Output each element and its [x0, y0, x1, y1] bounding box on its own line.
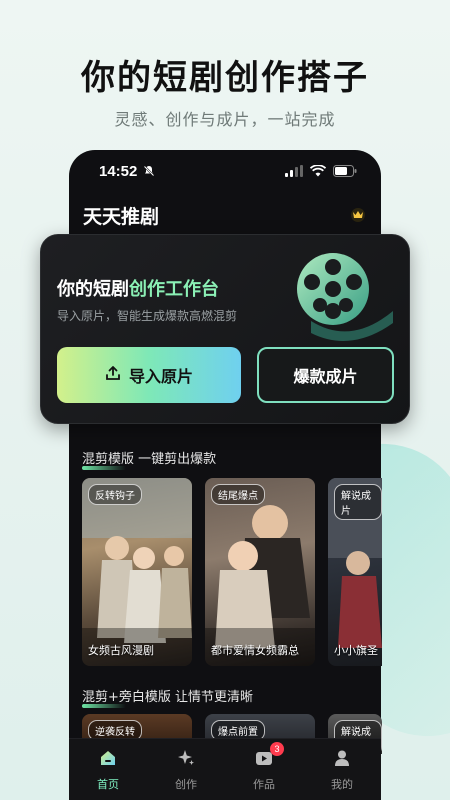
app-header: 天天推剧 — [83, 202, 367, 229]
notification-badge: 3 — [270, 741, 284, 756]
tab-home-label: 首页 — [97, 777, 119, 791]
workbench-title-prefix: 你的短剧 — [57, 279, 129, 300]
template-tag: 解说成片 — [334, 484, 382, 520]
template-tag: 反转钩子 — [88, 484, 142, 505]
app-title: 天天推剧 — [83, 206, 160, 228]
status-time: 14:52 — [99, 162, 138, 180]
workbench-title-accent: 创作工作台 — [129, 279, 219, 300]
home-icon — [98, 748, 118, 772]
film-reel-icon — [281, 241, 401, 355]
template-caption: 小小旗圣 — [334, 644, 378, 657]
workbench-title: 你的短剧创作工作台 — [57, 275, 219, 301]
section-narration-templates-title: 混剪+旁白模版 让情节更清晰 — [82, 686, 254, 708]
crown-icon[interactable] — [349, 206, 367, 226]
tab-create[interactable]: 创作 — [156, 748, 216, 792]
upload-icon — [105, 365, 121, 385]
battery-icon — [333, 162, 357, 181]
wifi-icon — [309, 162, 327, 181]
section-remix-templates-title: 混剪模版 一键剪出爆款 — [82, 448, 217, 470]
template-caption: 女频古风漫剧 — [88, 644, 154, 657]
bottom-tab-bar: 首页 创作 3 作品 我的 — [69, 738, 381, 800]
import-video-label: 导入原片 — [128, 367, 193, 386]
tab-works-label: 作品 — [253, 777, 275, 791]
template-card[interactable]: 结尾爆点 都市爱情女频霸总 — [205, 478, 315, 666]
tab-profile[interactable]: 我的 — [312, 748, 372, 792]
section-narration-templates-label: 混剪+旁白模版 让情节更清晰 — [82, 690, 254, 705]
workbench-subtitle: 导入原片，智能生成爆款高燃混剪 — [57, 309, 238, 323]
template-caption: 都市爱情女频霸总 — [211, 644, 299, 657]
template-thumbnail — [205, 505, 315, 666]
signal-icon — [285, 162, 303, 181]
bell-muted-icon — [143, 162, 156, 181]
section-remix-templates-label: 混剪模版 一键剪出爆款 — [82, 452, 217, 467]
user-icon — [332, 748, 352, 772]
promo-subtitle: 灵感、创作与成片，一站完成 — [114, 110, 336, 129]
promo-title: 你的短剧创作搭子 — [81, 58, 369, 98]
tab-profile-label: 我的 — [331, 777, 353, 791]
remix-template-list: 反转钩子 女频古风漫剧 结尾爆点 都市爱情女频霸总 解说成片 小小旗圣 — [82, 478, 382, 668]
tab-works[interactable]: 3 作品 — [234, 741, 294, 792]
template-card[interactable]: 反转钩子 女频古风漫剧 — [82, 478, 192, 666]
tab-create-label: 创作 — [175, 777, 197, 791]
hot-video-label: 爆款成片 — [293, 367, 358, 386]
template-thumbnail — [82, 478, 192, 666]
template-tag: 结尾爆点 — [211, 484, 265, 505]
workbench-card: 你的短剧创作工作台 导入原片，智能生成爆款高燃混剪 导入原片 爆款成片 — [40, 234, 410, 424]
hot-video-button[interactable]: 爆款成片 — [257, 347, 394, 403]
sparkle-icon — [176, 748, 196, 772]
import-video-button[interactable]: 导入原片 — [57, 347, 241, 403]
template-card[interactable]: 解说成片 小小旗圣 — [328, 478, 382, 666]
tab-home[interactable]: 首页 — [78, 748, 138, 792]
status-bar: 14:52 — [99, 160, 357, 182]
